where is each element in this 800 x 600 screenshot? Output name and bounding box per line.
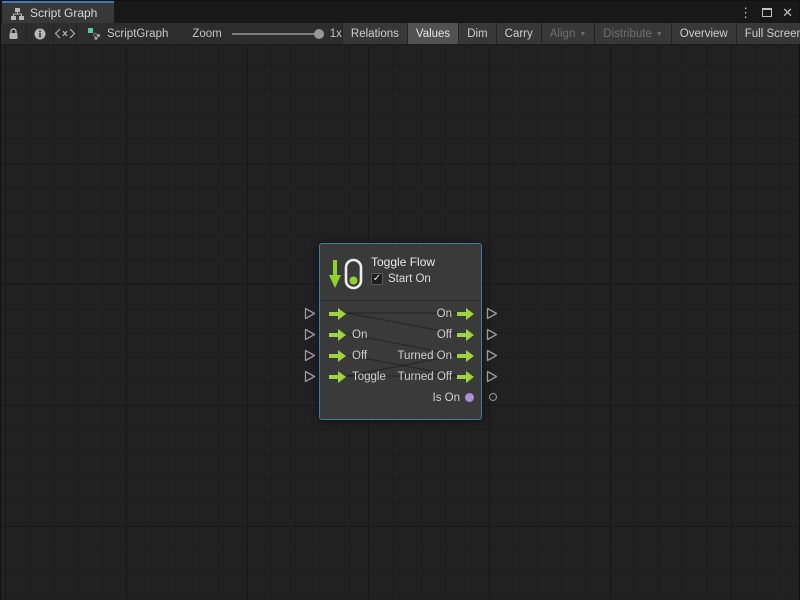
info-icon [34,28,46,40]
flow-arrow-icon [328,259,342,290]
input-port-off[interactable]: Off [329,345,367,366]
zoom-slider[interactable] [232,28,324,40]
input-connector-triangle[interactable] [304,349,316,362]
port-row: On Off [320,324,481,345]
port-row: Is On [320,387,481,408]
input-connector-triangle[interactable] [304,328,316,341]
flow-port-arrow [457,350,474,362]
fullscreen-button[interactable]: Full Screen [736,23,800,44]
flow-port-arrow [329,308,346,320]
overview-button[interactable]: Overview [671,23,736,44]
output-connector-triangle[interactable] [486,307,498,320]
script-graph-window: Script Graph ⋮ ✕ [0,0,800,600]
info-button[interactable] [27,23,54,44]
flow-port-arrow [457,371,474,383]
input-port-on[interactable]: On [329,324,367,345]
lock-icon [8,28,19,40]
flow-port-arrow [457,329,474,341]
zoom-slider-track [232,33,324,35]
edit-script-button[interactable] [54,23,77,44]
breadcrumb-label: ScriptGraph [107,28,168,40]
input-port-toggle[interactable]: Toggle [329,366,386,387]
angle-brackets-x-icon [54,28,76,39]
align-button[interactable]: Align ▼ [541,23,595,44]
zoom-value: 1x [330,28,342,40]
dim-button[interactable]: Dim [458,23,495,44]
node-header-text: Toggle Flow ✓ Start On [371,253,435,294]
graph-tab-icon [11,7,24,20]
graph-toolbar: ScriptGraph Zoom 1x Relations Values Dim… [1,23,799,45]
value-port-dot [465,393,474,402]
maximize-icon[interactable] [762,8,772,17]
kebab-menu-icon[interactable]: ⋮ [739,6,752,19]
port-row: Off Turned On [320,345,481,366]
output-connector-triangle[interactable] [486,349,498,362]
output-port-turned-off[interactable]: Turned Off [398,366,474,387]
relations-button[interactable]: Relations [342,23,407,44]
output-port-is-on[interactable]: Is On [433,387,474,408]
zoom-label: Zoom [192,28,221,40]
chevron-down-icon: ▼ [579,31,586,38]
node-toggle-flow[interactable]: Toggle Flow ✓ Start On [319,243,482,420]
checkbox-label: Start On [388,273,431,285]
flow-port-arrow [329,329,346,341]
node-header: Toggle Flow ✓ Start On [320,244,481,301]
value-connector-ring[interactable] [489,393,497,401]
output-connector-triangle[interactable] [486,328,498,341]
lock-button[interactable] [1,23,27,44]
toggle-flow-icon [328,253,363,294]
node-ports: On On Off [320,301,481,408]
breadcrumb-scriptgraph[interactable]: ScriptGraph [77,23,178,44]
zoom-slider-handle[interactable] [314,29,324,39]
output-port-off[interactable]: Off [437,324,474,345]
close-icon[interactable]: ✕ [782,6,793,19]
toolbar-toggle-group: Relations Values Dim Carry Align ▼ Distr… [342,23,800,44]
output-port-on[interactable]: On [437,303,474,324]
input-connector-triangle[interactable] [304,307,316,320]
output-port-turned-on[interactable]: Turned On [397,345,474,366]
tab-script-graph[interactable]: Script Graph [2,1,114,23]
port-row: Toggle Turned Off [320,366,481,387]
flow-port-arrow [457,308,474,320]
port-row: On [320,303,481,324]
values-button[interactable]: Values [407,23,458,44]
input-connector-triangle[interactable] [304,370,316,383]
carry-button[interactable]: Carry [496,23,541,44]
flow-port-arrow [329,350,346,362]
output-connector-triangle[interactable] [486,370,498,383]
input-port-enter[interactable] [329,303,352,324]
title-bar: Script Graph ⋮ ✕ [1,1,799,23]
toggle-switch-icon [344,258,363,290]
flow-port-arrow [329,371,346,383]
script-graph-icon [87,27,101,40]
start-on-checkbox[interactable]: ✓ Start On [371,273,435,285]
tab-title: Script Graph [30,6,97,20]
checkbox-check-icon[interactable]: ✓ [371,273,383,285]
zoom-control: Zoom 1x [192,23,342,44]
chevron-down-icon: ▼ [656,31,663,38]
graph-canvas[interactable]: Toggle Flow ✓ Start On [1,46,799,600]
node-title: Toggle Flow [371,255,435,269]
distribute-button[interactable]: Distribute ▼ [594,23,671,44]
window-controls: ⋮ ✕ [739,1,793,23]
